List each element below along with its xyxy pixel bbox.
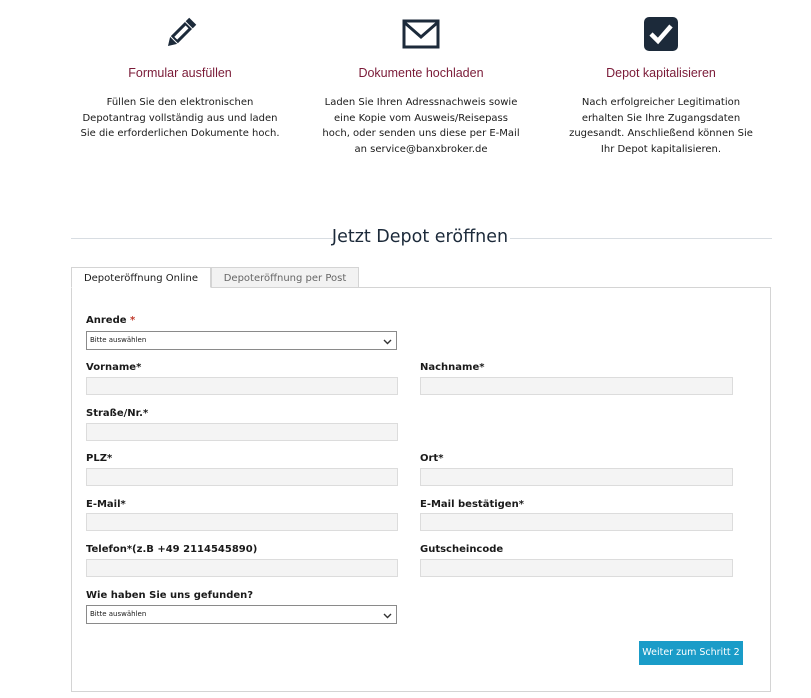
vorname-field[interactable] — [86, 377, 398, 395]
required-mark: * — [130, 315, 136, 326]
envelope-icon — [401, 14, 441, 54]
section-divider-right — [510, 238, 772, 239]
gutscheincode-label: Gutscheincode — [420, 544, 504, 555]
anrede-label: Anrede * — [86, 315, 135, 326]
email-confirm-label: E-Mail bestätigen* — [420, 499, 524, 510]
telefon-label: Telefon*(z.B +49 2114545890) — [86, 544, 258, 555]
email-confirm-field[interactable] — [420, 513, 733, 531]
strasse-label: Straße/Nr.* — [86, 408, 149, 419]
found-us-select[interactable]: Bitte auswählen — [86, 605, 397, 624]
checkbox-icon — [641, 14, 681, 54]
email-field[interactable] — [86, 513, 398, 531]
found-us-label: Wie haben Sie uns gefunden? — [86, 590, 254, 601]
step-title: Depot kapitalisieren — [606, 66, 716, 80]
anrede-select-value: Bitte auswählen — [90, 336, 147, 344]
ort-field[interactable] — [420, 468, 733, 486]
tab-online[interactable]: Depoteröffnung Online — [71, 267, 211, 288]
anrede-label-text: Anrede — [86, 315, 127, 326]
section-divider-left — [71, 238, 333, 239]
found-us-select-value: Bitte auswählen — [90, 610, 147, 618]
chevron-down-icon — [383, 336, 392, 345]
steps-row: Formular ausfüllen Füllen Sie den elektr… — [0, 0, 811, 200]
step-description: Füllen Sie den elektronischen Depotantra… — [80, 97, 280, 139]
pencil-icon — [160, 14, 200, 54]
step-title: Formular ausfüllen — [128, 66, 232, 80]
tab-post[interactable]: Depoteröffnung per Post — [211, 267, 359, 288]
strasse-field[interactable] — [86, 423, 398, 441]
nachname-field[interactable] — [420, 377, 733, 395]
step-description: Nach erfolgreicher Legitimation erhalten… — [569, 97, 753, 155]
email-label: E-Mail* — [86, 499, 126, 510]
plz-field[interactable] — [86, 468, 398, 486]
vorname-label: Vorname* — [86, 362, 142, 373]
telefon-field[interactable] — [86, 559, 398, 577]
nachname-label: Nachname* — [420, 362, 485, 373]
step-description: Laden Sie Ihren Adressnachweis sowie ein… — [322, 97, 520, 155]
ort-label: Ort* — [420, 453, 444, 464]
next-step-button[interactable]: Weiter zum Schritt 2 — [639, 641, 743, 665]
section-title: Jetzt Depot eröffnen — [331, 227, 509, 247]
anrede-select[interactable]: Bitte auswählen — [86, 331, 397, 350]
gutscheincode-field[interactable] — [420, 559, 733, 577]
plz-label: PLZ* — [86, 453, 113, 464]
chevron-down-icon — [383, 610, 392, 619]
step-title: Dokumente hochladen — [358, 66, 484, 80]
